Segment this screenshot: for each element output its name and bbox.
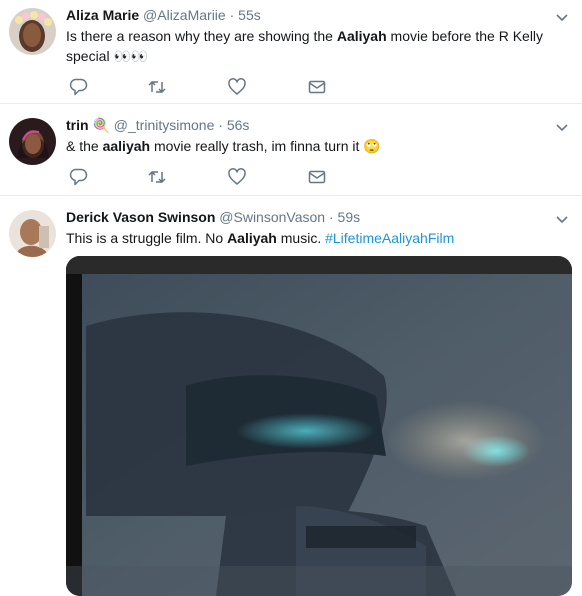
chevron-down-icon[interactable] bbox=[555, 212, 569, 226]
eyes-emoji: 👀👀 bbox=[113, 48, 149, 64]
user-handle[interactable]: @SwinsonVason bbox=[219, 209, 325, 225]
heart-icon[interactable] bbox=[227, 167, 247, 187]
lollipop-emoji: 🍭 bbox=[92, 117, 110, 133]
timestamp[interactable]: 56s bbox=[227, 117, 250, 133]
tweet-text: Is there a reason why they are showing t… bbox=[66, 28, 544, 64]
user-handle[interactable]: @_trinitysimone bbox=[114, 117, 215, 133]
tweet-header: Derick Vason Swinson @SwinsonVason · 59s bbox=[66, 208, 360, 226]
tweet-text: This is a struggle film. No Aaliyah musi… bbox=[66, 230, 455, 246]
display-name[interactable]: trin bbox=[66, 117, 89, 133]
separator-dot: · bbox=[229, 7, 235, 23]
reply-icon[interactable] bbox=[68, 77, 88, 97]
retweet-icon[interactable] bbox=[147, 77, 167, 97]
timestamp[interactable]: 59s bbox=[338, 209, 361, 225]
avatar[interactable] bbox=[9, 210, 56, 257]
chevron-down-icon[interactable] bbox=[555, 120, 569, 134]
envelope-icon[interactable] bbox=[307, 167, 327, 187]
avatar[interactable] bbox=[9, 8, 56, 55]
retweet-icon[interactable] bbox=[147, 167, 167, 187]
envelope-icon[interactable] bbox=[307, 77, 327, 97]
tweet-video-thumbnail[interactable] bbox=[66, 256, 572, 596]
timestamp[interactable]: 55s bbox=[238, 7, 261, 23]
tweet[interactable]: trin 🍭 @_trinitysimone · 56s & the aaliy… bbox=[0, 104, 582, 196]
avatar[interactable] bbox=[9, 118, 56, 165]
tweet-text: & the aaliyah movie really trash, im fin… bbox=[66, 138, 381, 154]
tweet[interactable]: Aliza Marie @AlizaMariie · 55s Is there … bbox=[0, 0, 582, 104]
tweet-actions bbox=[66, 167, 366, 187]
chevron-down-icon[interactable] bbox=[555, 10, 569, 24]
tweet-actions bbox=[66, 77, 366, 97]
eye-roll-emoji: 🙄 bbox=[363, 138, 381, 154]
display-name[interactable]: Derick Vason Swinson bbox=[66, 209, 215, 225]
display-name[interactable]: Aliza Marie bbox=[66, 7, 139, 23]
separator-dot: · bbox=[218, 117, 223, 133]
tweet-header: Aliza Marie @AlizaMariie · 55s bbox=[66, 6, 261, 24]
separator-dot: · bbox=[328, 209, 334, 225]
reply-icon[interactable] bbox=[68, 167, 88, 187]
hashtag-link[interactable]: #LifetimeAaliyahFilm bbox=[325, 230, 454, 246]
heart-icon[interactable] bbox=[227, 77, 247, 97]
tweet-header: trin 🍭 @_trinitysimone · 56s bbox=[66, 116, 249, 134]
user-handle[interactable]: @AlizaMariie bbox=[143, 7, 226, 23]
